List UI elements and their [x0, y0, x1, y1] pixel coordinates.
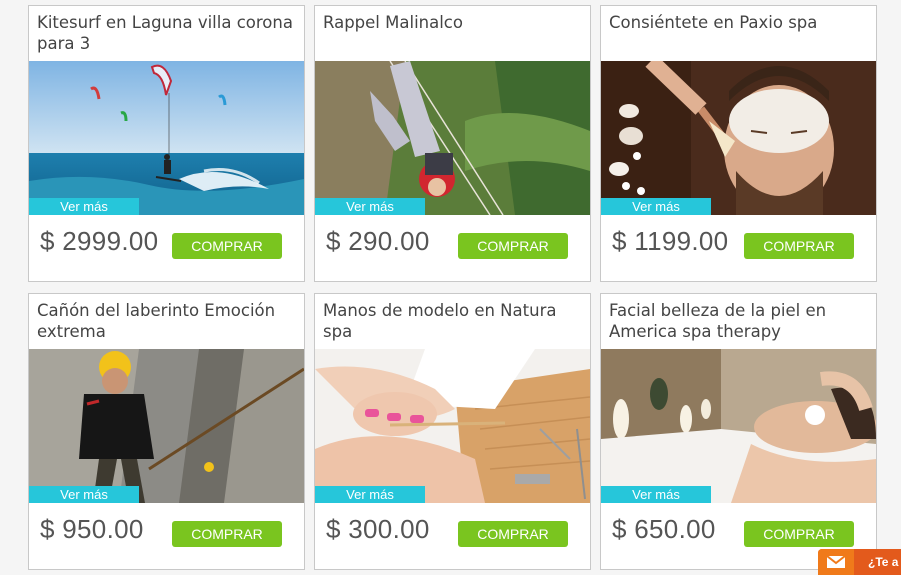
price-label: $ 1199.00: [612, 226, 729, 256]
price-label: $ 650.00: [612, 514, 716, 544]
ver-mas-link[interactable]: Ver más: [601, 198, 711, 215]
product-image-climber[interactable]: Ver más: [29, 349, 304, 503]
comprar-button[interactable]: COMPRAR: [458, 233, 568, 259]
comprar-button[interactable]: COMPRAR: [744, 521, 854, 547]
chat-label[interactable]: ¿Te a: [868, 555, 898, 569]
price-label: $ 950.00: [40, 514, 144, 544]
product-image-facial-mask[interactable]: Ver más: [601, 61, 876, 215]
product-image-kitesurf[interactable]: Ver más: [29, 61, 304, 215]
comprar-button[interactable]: COMPRAR: [172, 233, 282, 259]
price-label: $ 2999.00: [40, 226, 159, 256]
comprar-button[interactable]: COMPRAR: [744, 233, 854, 259]
product-card[interactable]: Facial belleza de la piel en America spa…: [600, 293, 877, 570]
envelope-icon[interactable]: [818, 549, 854, 575]
ver-mas-link[interactable]: Ver más: [29, 486, 139, 503]
comprar-button[interactable]: COMPRAR: [458, 521, 568, 547]
price-label: $ 300.00: [326, 514, 430, 544]
product-title[interactable]: Cañón del laberinto Emoción extrema: [37, 300, 296, 342]
ver-mas-link[interactable]: Ver más: [315, 486, 425, 503]
product-card[interactable]: Kitesurf en Laguna villa corona para 3 V…: [28, 5, 305, 282]
ver-mas-link[interactable]: Ver más: [29, 198, 139, 215]
product-title[interactable]: Facial belleza de la piel en America spa…: [609, 300, 868, 342]
product-card[interactable]: Consiéntete en Paxio spa Ver más $ 1199.…: [600, 5, 877, 282]
ver-mas-link[interactable]: Ver más: [315, 198, 425, 215]
product-card[interactable]: Cañón del laberinto Emoción extrema Ver …: [28, 293, 305, 570]
product-grid: Kitesurf en Laguna villa corona para 3 V…: [28, 5, 877, 570]
product-title[interactable]: Kitesurf en Laguna villa corona para 3: [37, 12, 296, 54]
product-image-rappel[interactable]: Ver más: [315, 61, 590, 215]
comprar-button[interactable]: COMPRAR: [172, 521, 282, 547]
product-image-manicure[interactable]: Ver más: [315, 349, 590, 503]
product-image-facial-spa[interactable]: Ver más: [601, 349, 876, 503]
product-title[interactable]: Rappel Malinalco: [323, 12, 582, 33]
chat-tab[interactable]: ¿Te a: [818, 549, 901, 575]
product-title[interactable]: Consiéntete en Paxio spa: [609, 12, 868, 33]
ver-mas-link[interactable]: Ver más: [601, 486, 711, 503]
product-card[interactable]: Manos de modelo en Natura spa Ver más $: [314, 293, 591, 570]
price-label: $ 290.00: [326, 226, 430, 256]
product-title[interactable]: Manos de modelo en Natura spa: [323, 300, 582, 342]
product-card[interactable]: Rappel Malinalco Ver más $ 290.00 COMPRA…: [314, 5, 591, 282]
